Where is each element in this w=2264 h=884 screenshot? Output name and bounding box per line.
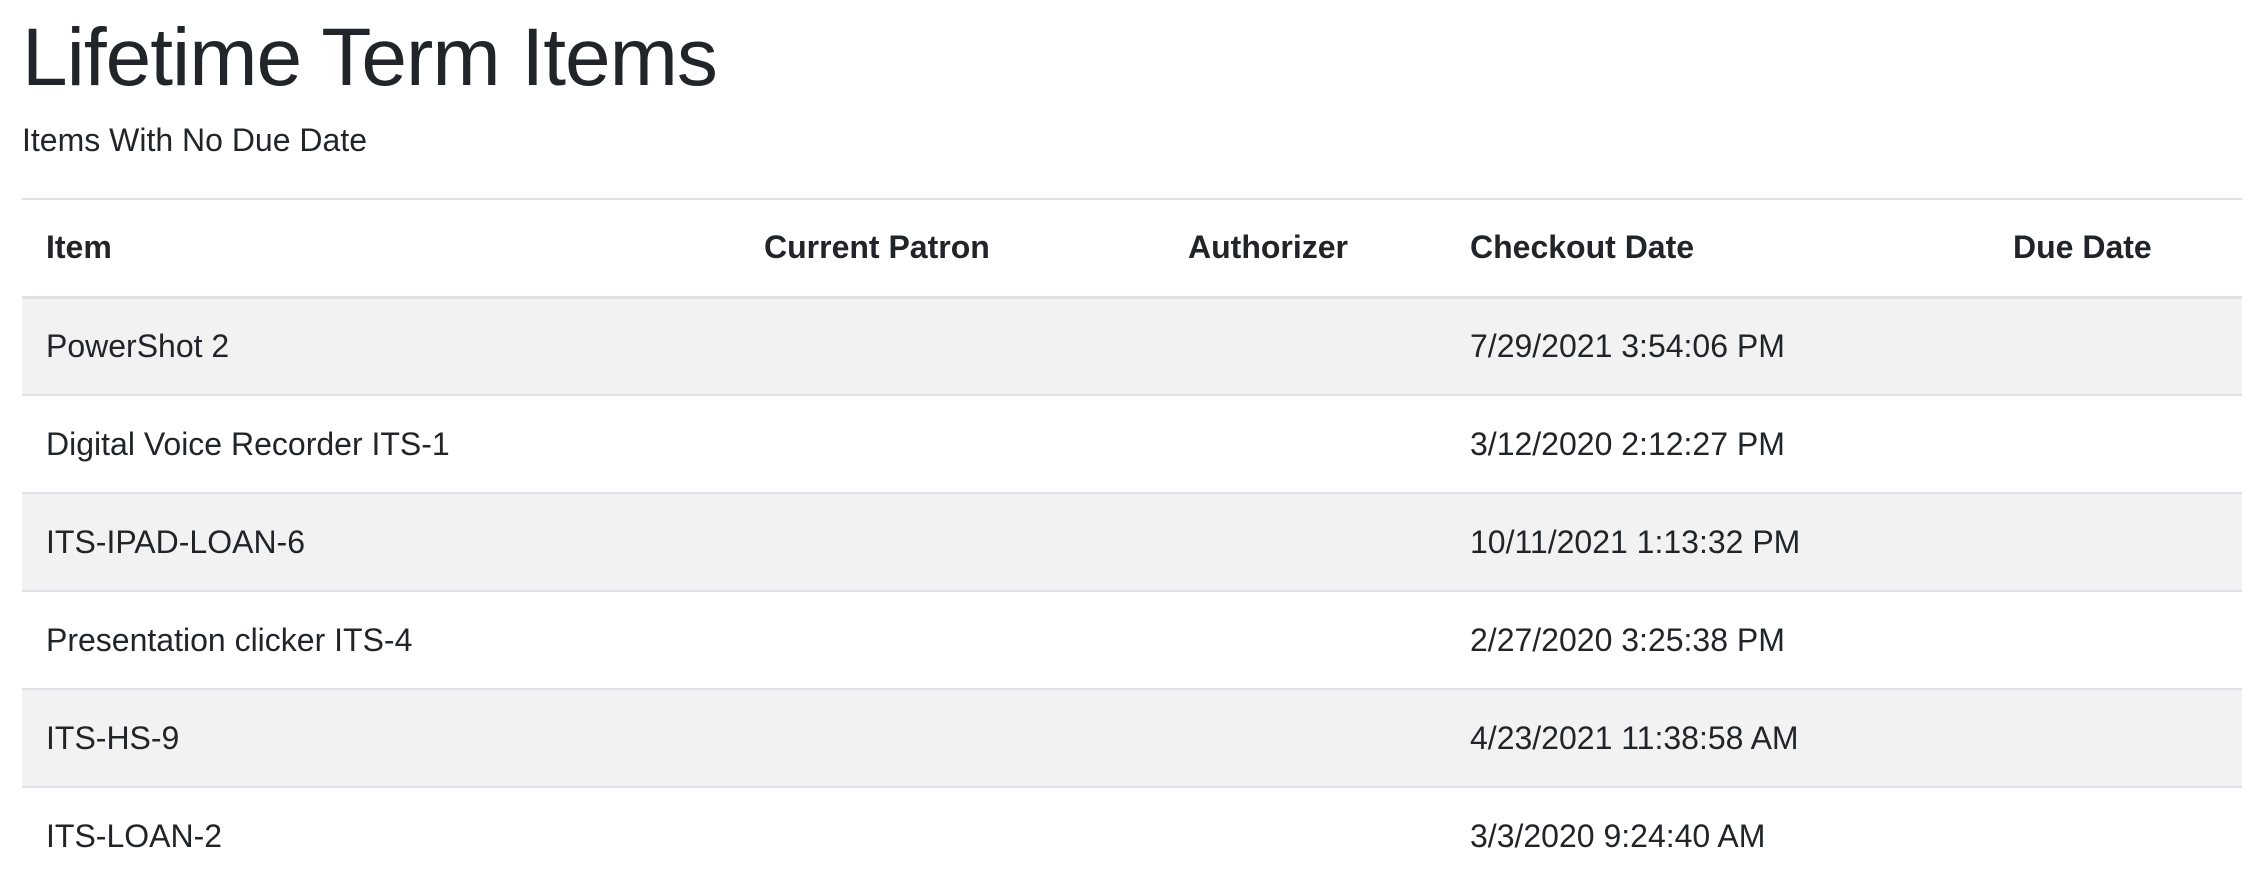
cell-item: ITS-HS-9 (22, 689, 740, 788)
cell-due-date (1989, 297, 2242, 396)
column-header-item: Item (22, 198, 740, 299)
table-row: Presentation clicker ITS-4 2/27/2020 3:2… (22, 591, 2242, 690)
cell-item: Digital Voice Recorder ITS-1 (22, 395, 740, 494)
cell-authorizer (1164, 787, 1446, 884)
table-body: PowerShot 2 7/29/2021 3:54:06 PM Digital… (22, 297, 2242, 884)
table-row: Digital Voice Recorder ITS-1 3/12/2020 2… (22, 395, 2242, 494)
cell-item: Presentation clicker ITS-4 (22, 591, 740, 690)
table-row: ITS-IPAD-LOAN-6 10/11/2021 1:13:32 PM (22, 493, 2242, 592)
cell-authorizer (1164, 297, 1446, 396)
cell-authorizer (1164, 395, 1446, 494)
table-row: ITS-LOAN-2 3/3/2020 9:24:40 AM (22, 787, 2242, 884)
cell-current-patron (740, 787, 1164, 884)
cell-due-date (1989, 493, 2242, 592)
cell-item: ITS-IPAD-LOAN-6 (22, 493, 740, 592)
cell-authorizer (1164, 493, 1446, 592)
cell-checkout-date: 3/3/2020 9:24:40 AM (1446, 787, 1989, 884)
page-title: Lifetime Term Items (22, 12, 718, 103)
cell-checkout-date: 3/12/2020 2:12:27 PM (1446, 395, 1989, 494)
page: Lifetime Term Items Items With No Due Da… (0, 0, 2264, 884)
cell-item: PowerShot 2 (22, 297, 740, 396)
cell-checkout-date: 4/23/2021 11:38:58 AM (1446, 689, 1989, 788)
table-header-row: Item Current Patron Authorizer Checkout … (22, 198, 2242, 299)
table-row: PowerShot 2 7/29/2021 3:54:06 PM (22, 297, 2242, 396)
lifetime-items-table: Item Current Patron Authorizer Checkout … (22, 198, 2242, 884)
table-row: ITS-HS-9 4/23/2021 11:38:58 AM (22, 689, 2242, 788)
cell-due-date (1989, 395, 2242, 494)
table-header: Item Current Patron Authorizer Checkout … (22, 198, 2242, 299)
column-header-authorizer: Authorizer (1164, 198, 1446, 299)
page-subtitle: Items With No Due Date (22, 122, 367, 158)
cell-current-patron (740, 297, 1164, 396)
cell-authorizer (1164, 689, 1446, 788)
cell-due-date (1989, 591, 2242, 690)
cell-authorizer (1164, 591, 1446, 690)
cell-checkout-date: 7/29/2021 3:54:06 PM (1446, 297, 1989, 396)
column-header-due-date: Due Date (1989, 198, 2242, 299)
cell-current-patron (740, 591, 1164, 690)
cell-current-patron (740, 689, 1164, 788)
cell-current-patron (740, 493, 1164, 592)
cell-current-patron (740, 395, 1164, 494)
lifetime-items-table-container: Item Current Patron Authorizer Checkout … (22, 198, 2242, 884)
cell-checkout-date: 10/11/2021 1:13:32 PM (1446, 493, 1989, 592)
column-header-current-patron: Current Patron (740, 198, 1164, 299)
cell-due-date (1989, 787, 2242, 884)
column-header-checkout-date: Checkout Date (1446, 198, 1989, 299)
cell-item: ITS-LOAN-2 (22, 787, 740, 884)
cell-checkout-date: 2/27/2020 3:25:38 PM (1446, 591, 1989, 690)
cell-due-date (1989, 689, 2242, 788)
